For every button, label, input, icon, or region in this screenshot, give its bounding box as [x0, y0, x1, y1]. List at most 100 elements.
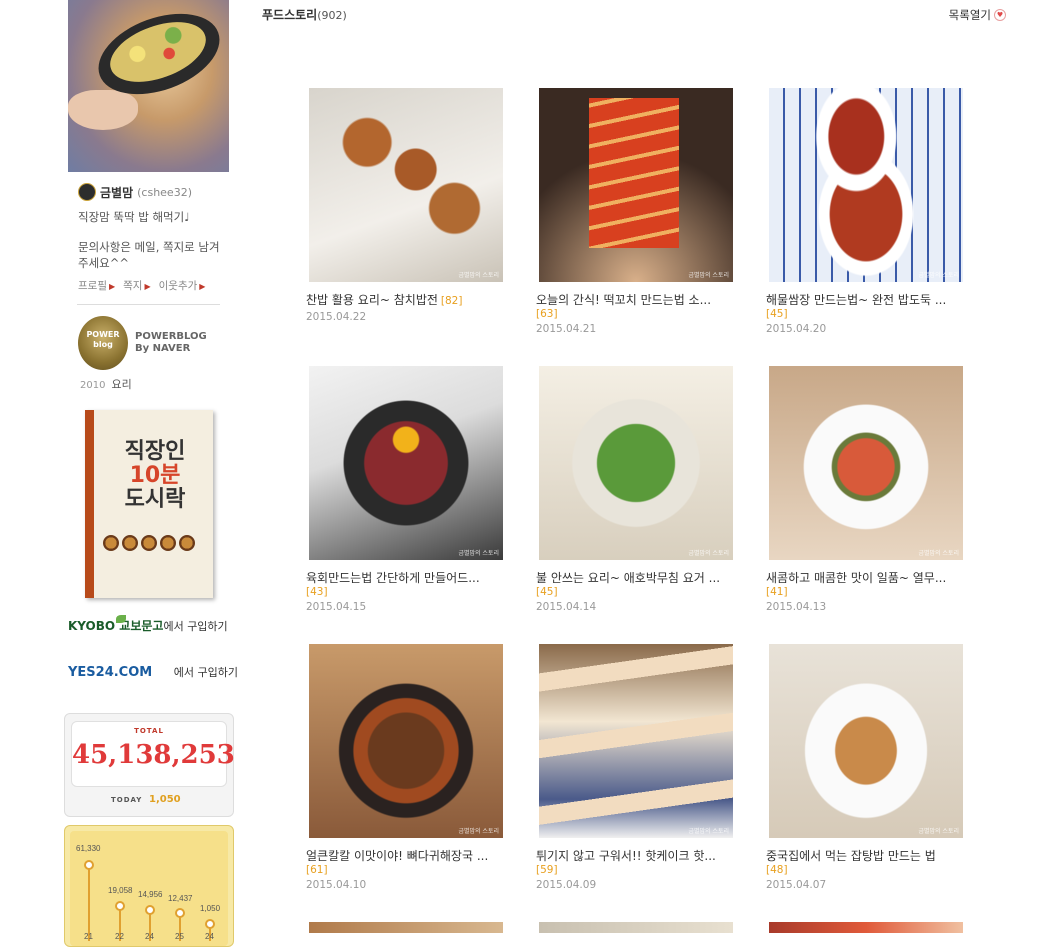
category-title[interactable]: 푸드스토리(902) [262, 6, 347, 23]
post-title[interactable]: 새콤하고 매콤한 맛이 일품~ 열무... [766, 571, 964, 586]
post-date: 2015.04.14 [536, 601, 597, 613]
visitor-graph: 61,330 19,058 14,956 12,437 1,050 21 22 … [64, 825, 234, 947]
leaf-icon [116, 615, 126, 623]
post-thumbnail[interactable]: 금별맘의 스토리 [769, 366, 963, 560]
sidebar: 금별맘 (cshee32) 직장맘 뚝딱 밥 해먹기♩ 문의사항은 메일, 쪽지… [62, 0, 238, 947]
post-card[interactable] [536, 922, 736, 933]
graph-value-label: 14,956 [138, 890, 163, 899]
profile-contact-note: 문의사항은 메일, 쪽지로 남겨주세요^^ [78, 240, 220, 270]
post-title[interactable]: 오늘의 간식! 떡꼬치 만드는법 소... [536, 293, 734, 308]
profile-nick-row: 금별맘 (cshee32) [78, 183, 192, 201]
profile-link-add-neighbor[interactable]: 이웃추가 ▶ [159, 278, 206, 293]
post-thumbnail[interactable]: 금별맘의 스토리 [539, 88, 733, 282]
graph-value-label: 12,437 [168, 894, 193, 903]
graph-point [205, 919, 215, 929]
post-title[interactable]: 찬밥 활용 요리~ 참치밥전 [306, 293, 438, 307]
post-thumbnail[interactable]: 금별맘의 스토리 [539, 644, 733, 838]
hand-shape [68, 90, 138, 130]
profile-tagline: 직장맘 뚝딱 밥 해먹기♩ [78, 210, 190, 224]
graph-point [145, 905, 155, 915]
post-comment-count[interactable]: [41] [766, 586, 966, 599]
graph-day-label: 21 [84, 932, 93, 941]
post-card[interactable]: 금별맘의 스토리 중국집에서 먹는 잡탕밥 만드는 법 [48] 2015.04… [766, 644, 966, 893]
post-date: 2015.04.10 [306, 879, 367, 891]
profile-link-message[interactable]: 쪽지 ▶ [123, 278, 150, 293]
post-title[interactable]: 중국집에서 먹는 잡탕밥 만드는 법 [766, 849, 964, 864]
post-comment-count[interactable]: [82] [441, 295, 463, 307]
post-thumbnail[interactable] [309, 922, 503, 933]
post-thumbnail[interactable] [539, 922, 733, 933]
graph-value-label: 19,058 [108, 886, 133, 895]
post-card[interactable]: 금별맘의 스토리 새콤하고 매콤한 맛이 일품~ 열무... [41] 2015… [766, 366, 966, 615]
arrow-right-icon: ▶ [108, 282, 116, 291]
book-dish-images [103, 535, 203, 551]
total-value: 45,138,253 [72, 740, 235, 770]
post-comment-count[interactable]: [43] [306, 586, 506, 599]
graph-day-label: 25 [175, 932, 184, 941]
post-card[interactable] [306, 922, 506, 933]
profile-user-id: (cshee32) [137, 185, 192, 199]
today-value: 1,050 [149, 794, 181, 805]
buy-kyobo-link[interactable]: KYOBO 교보문고에서 구입하기 [68, 615, 238, 634]
post-thumbnail[interactable] [769, 922, 963, 933]
powerblog-year: 2010 요리 [80, 378, 132, 391]
graph-value-label: 61,330 [76, 844, 101, 853]
post-comment-count[interactable]: [61] [306, 864, 506, 877]
yes24-logo: YES24.COM [68, 665, 153, 680]
graph-day-label: 24 [205, 932, 214, 941]
post-card[interactable]: 금별맘의 스토리 육회만드는법 간단하게 만들어드... [43] 2015.0… [306, 366, 506, 615]
graph-day-label: 24 [145, 932, 154, 941]
post-thumbnail[interactable]: 금별맘의 스토리 [539, 366, 733, 560]
post-thumbnail[interactable]: 금별맘의 스토리 [769, 88, 963, 282]
powerblog-badge-icon: POWER blog [78, 316, 128, 370]
powerblog-label: POWERBLOG By NAVER [135, 331, 207, 354]
profile-link-profile[interactable]: 프로필 ▶ [78, 278, 115, 293]
post-card[interactable] [766, 922, 966, 933]
post-comment-count[interactable]: [48] [766, 864, 966, 877]
post-date: 2015.04.20 [766, 323, 827, 335]
post-date: 2015.04.15 [306, 601, 367, 613]
visitor-counter: TOTAL 45,138,253 TODAY 1,050 [64, 713, 235, 817]
graph-point [115, 901, 125, 911]
post-title[interactable]: 불 안쓰는 요리~ 애호박무침 요거 ... [536, 571, 734, 586]
post-title[interactable]: 해물쌈장 만드는법~ 완전 밥도둑 ... [766, 293, 964, 308]
post-card[interactable]: 금별맘의 스토리 튀기지 않고 구워서!! 핫케이크 핫... [59] 201… [536, 644, 736, 893]
divider [77, 304, 220, 305]
visitor-graph-svg: 61,330 19,058 14,956 12,437 1,050 21 22 … [76, 844, 221, 941]
post-comment-count[interactable]: [45] [536, 586, 736, 599]
graph-value-label: 1,050 [200, 904, 221, 913]
heart-icon: ♥ [994, 9, 1006, 21]
post-card[interactable]: 금별맘의 스토리 오늘의 간식! 떡꼬치 만드는법 소... [63] 2015… [536, 88, 736, 337]
post-comment-count[interactable]: [63] [536, 308, 736, 321]
profile-photo[interactable] [68, 0, 229, 172]
post-title[interactable]: 튀기지 않고 구워서!! 핫케이크 핫... [536, 849, 734, 864]
post-card[interactable]: 금별맘의 스토리 찬밥 활용 요리~ 참치밥전 [82] 2015.04.22 [306, 88, 506, 325]
book-cover[interactable]: 직장인 10분 도시락 [85, 410, 213, 598]
post-date: 2015.04.09 [536, 879, 597, 891]
post-card[interactable]: 금별맘의 스토리 불 안쓰는 요리~ 애호박무침 요거 ... [45] 201… [536, 366, 736, 615]
list-open-button[interactable]: 목록열기 ♥ [949, 7, 1006, 23]
post-title[interactable]: 육회만드는법 간단하게 만들어드... [306, 571, 504, 586]
post-date: 2015.04.21 [536, 323, 597, 335]
arrow-right-icon: ▶ [199, 282, 206, 291]
post-date: 2015.04.13 [766, 601, 827, 613]
today-label: TODAY [111, 796, 143, 804]
post-comment-count[interactable]: [59] [536, 864, 736, 877]
main-content: 푸드스토리(902) 목록열기 ♥ 금별맘의 스토리 찬밥 활용 요리~ 참치밥… [262, 0, 1059, 933]
post-card[interactable]: 금별맘의 스토리 얼큰칼칼 이맛이야! 뼈다귀해장국 ... [61] 2015… [306, 644, 506, 893]
buy-yes24-link[interactable]: YES24.COM 에서 구입하기 [68, 664, 238, 680]
post-thumbnail[interactable]: 금별맘의 스토리 [309, 366, 503, 560]
profile-links: 프로필 ▶ 쪽지 ▶ 이웃추가 ▶ [78, 278, 205, 293]
post-thumbnail[interactable]: 금별맘의 스토리 [309, 644, 503, 838]
post-title[interactable]: 얼큰칼칼 이맛이야! 뼈다귀해장국 ... [306, 849, 504, 864]
post-thumbnail[interactable]: 금별맘의 스토리 [309, 88, 503, 282]
post-thumbnail[interactable]: 금별맘의 스토리 [769, 644, 963, 838]
post-card[interactable]: 금별맘의 스토리 해물쌈장 만드는법~ 완전 밥도둑 ... [45] 2015… [766, 88, 966, 337]
profile-nickname[interactable]: 금별맘 [100, 184, 133, 201]
total-label: TOTAL [134, 727, 164, 735]
profile-badge-icon [78, 183, 96, 201]
post-date: 2015.04.07 [766, 879, 827, 891]
arrow-right-icon: ▶ [144, 282, 151, 291]
post-comment-count[interactable]: [45] [766, 308, 966, 321]
book-title: 직장인 10분 도시락 [124, 439, 186, 512]
